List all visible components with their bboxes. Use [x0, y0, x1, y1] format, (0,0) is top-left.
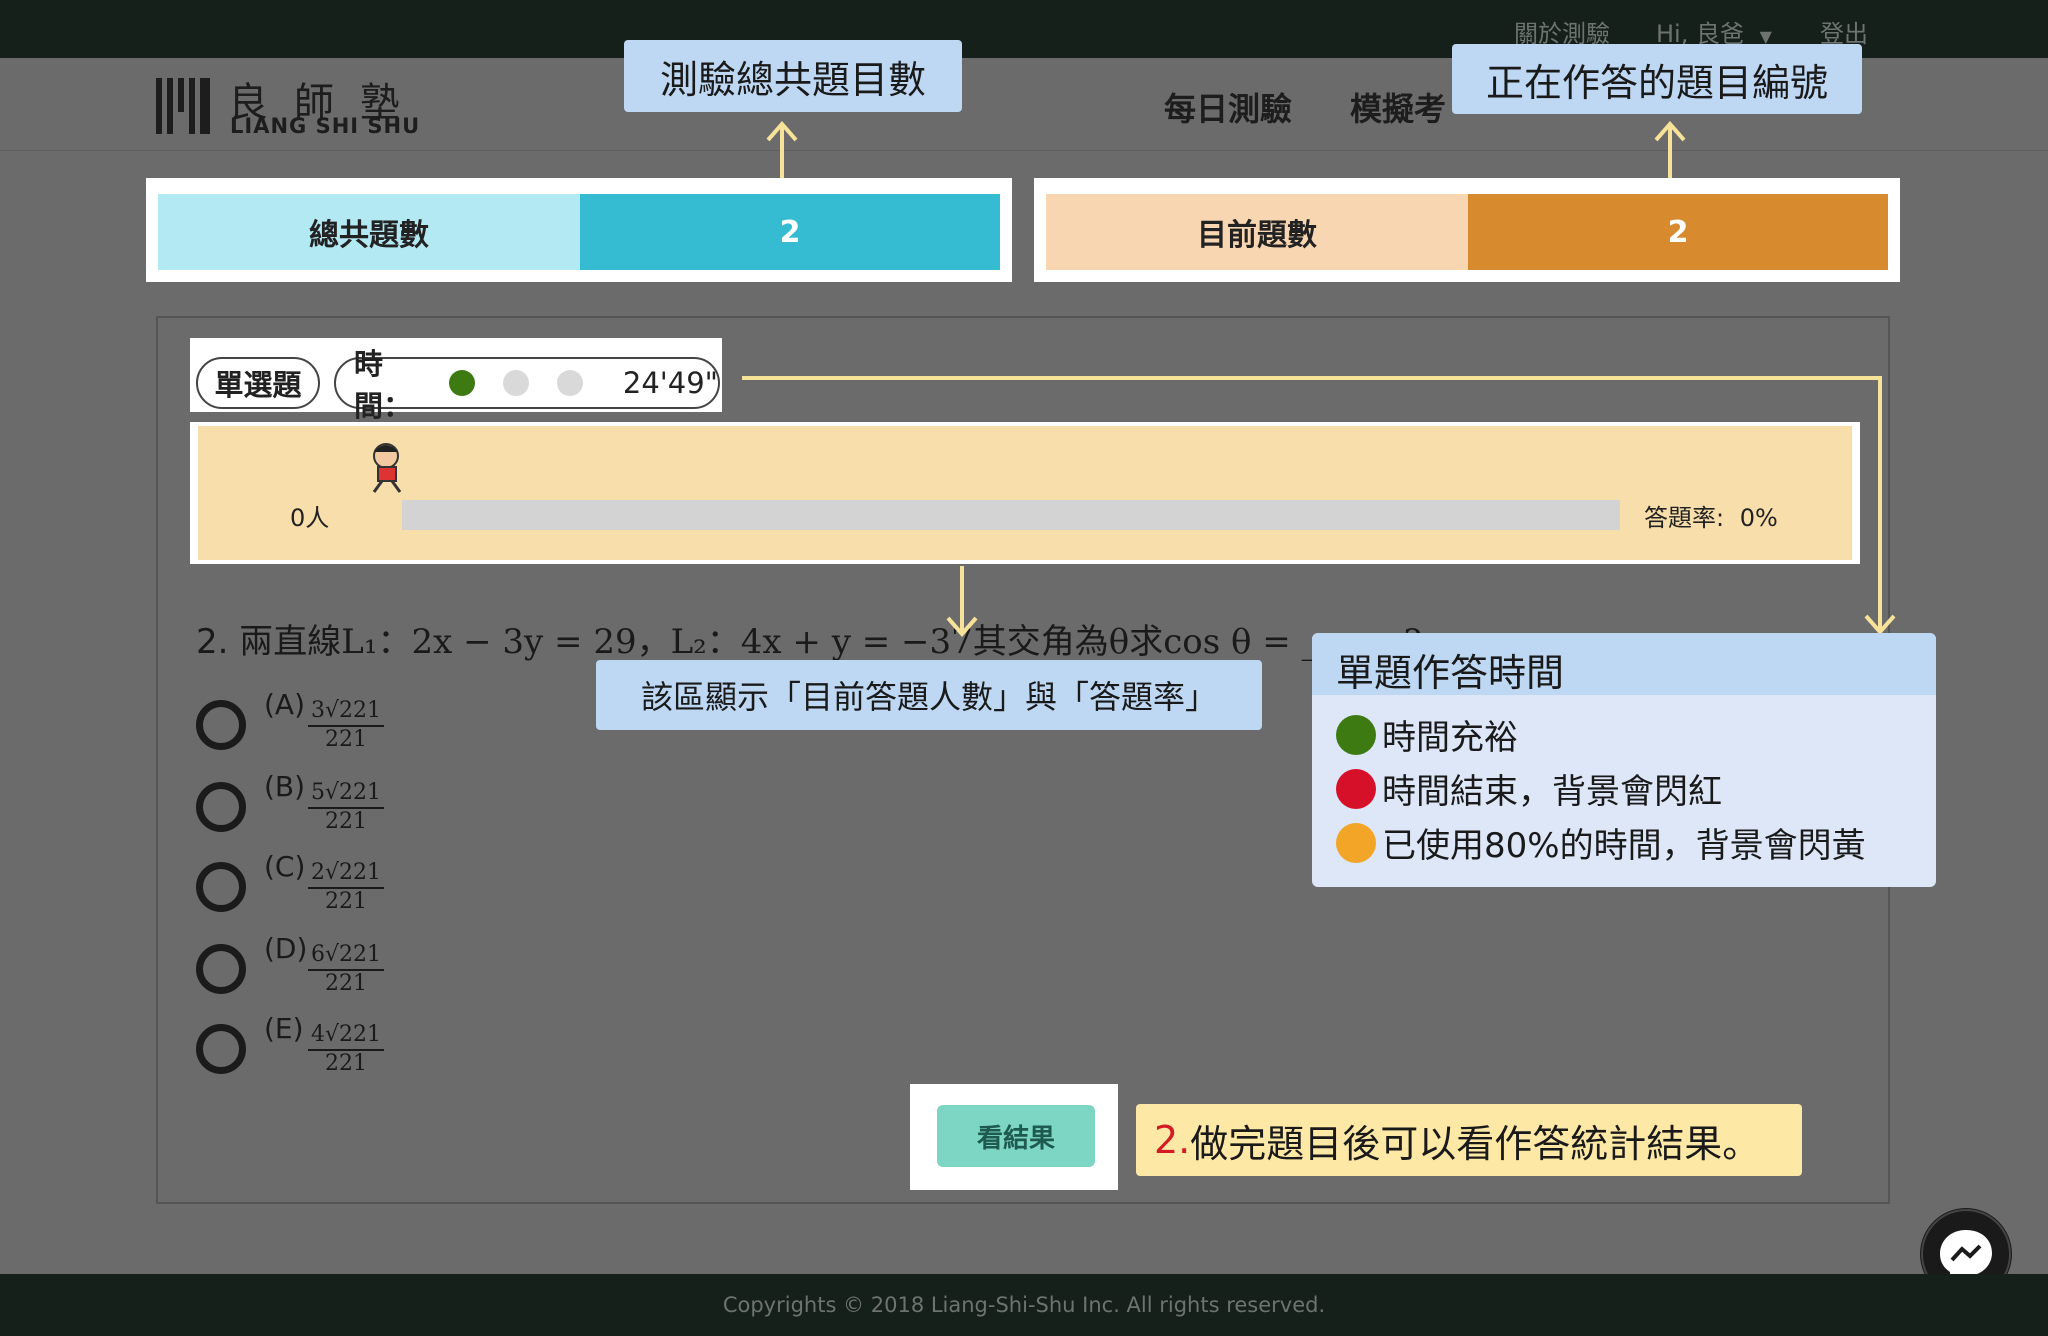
option-e-letter: (E)	[264, 1012, 304, 1045]
option-b-value: 5√221 221	[308, 780, 384, 834]
timer-gray-dot	[556, 370, 583, 396]
timer-gray-dot	[502, 370, 529, 396]
tip-number: 2.	[1154, 1118, 1191, 1162]
red-dot-icon	[1336, 768, 1376, 809]
current-count-label: 目前題數	[1046, 194, 1468, 270]
callout-stats: 該區顯示「目前答題人數」與「答題率」	[596, 660, 1262, 730]
option-b-letter: (B)	[264, 770, 306, 803]
option-b-numerator: 5√221	[308, 780, 384, 809]
green-dot-icon	[1336, 714, 1376, 755]
callout-current-count: 正在作答的題目編號	[1452, 44, 1862, 114]
question-type-badge: 單選題	[196, 357, 320, 409]
total-count-label: 總共題數	[158, 194, 580, 270]
legend-item-yellow: 已使用80%的時間，背景會閃黃	[1336, 818, 1866, 867]
question-body: 兩直線L₁：2x − 3y = 29，L₂：4x + y = −37其交角為θ求…	[239, 622, 1422, 662]
yellow-dot-icon	[1336, 822, 1376, 863]
option-c-value: 2√221 221	[308, 860, 384, 914]
timer-badge: 時間： 24'49"	[334, 347, 720, 423]
logo-english: LIANG SHI SHU	[230, 114, 421, 138]
legend-item-red: 時間結束，背景會閃紅	[1336, 764, 1722, 813]
timer-label: 時間：	[354, 347, 413, 423]
option-e-value: 4√221 221	[308, 1022, 384, 1076]
option-e-denominator: 221	[325, 1051, 367, 1076]
total-count-value: 2	[580, 194, 1000, 270]
option-c-denominator: 221	[325, 889, 367, 914]
view-result-button[interactable]: 看結果	[937, 1105, 1095, 1167]
option-b-denominator: 221	[325, 809, 367, 834]
answer-rate-value: 0%	[1739, 504, 1778, 532]
logo-icon	[156, 78, 210, 134]
option-a-value: 3√221 221	[308, 698, 384, 752]
option-c-letter: (C)	[264, 850, 306, 883]
answer-stats-panel	[198, 426, 1852, 560]
answer-rate: 答題率: 0%	[1644, 498, 1778, 533]
option-a-numerator: 3√221	[308, 698, 384, 727]
option-e-numerator: 4√221	[308, 1022, 384, 1051]
legend-item-text: 時間結束，背景會閃紅	[1382, 772, 1722, 812]
legend-item-green: 時間充裕	[1336, 710, 1518, 759]
option-e-radio[interactable]	[196, 1024, 246, 1074]
nav-daily-test[interactable]: 每日測驗	[1164, 84, 1292, 130]
option-a-letter: (A)	[264, 688, 306, 721]
footer-copyright: Copyrights © 2018 Liang-Shi-Shu Inc. All…	[0, 1274, 2048, 1336]
option-b-radio[interactable]	[196, 782, 246, 832]
option-d-radio[interactable]	[196, 944, 246, 994]
callout-result-tip: 2. 做完題目後可以看作答統計結果。	[1136, 1104, 1802, 1176]
legend-item-text: 已使用80%的時間，背景會閃黃	[1382, 826, 1866, 866]
option-d-value: 6√221 221	[308, 942, 384, 996]
answer-rate-label: 答題率:	[1644, 504, 1725, 532]
legend-item-text: 時間充裕	[1382, 718, 1518, 758]
option-c-numerator: 2√221	[308, 860, 384, 889]
option-d-letter: (D)	[264, 932, 308, 965]
option-a-radio[interactable]	[196, 700, 246, 750]
current-count-value: 2	[1468, 194, 1888, 270]
timer-legend-title: 單題作答時間	[1336, 651, 1565, 695]
callout-total-count: 測驗總共題目數	[624, 40, 962, 112]
question-number: 2.	[196, 622, 229, 662]
option-d-denominator: 221	[325, 971, 367, 996]
answer-progress-bar	[402, 500, 1620, 530]
timer-green-dot	[448, 370, 475, 396]
tip-text: 做完題目後可以看作答統計結果。	[1190, 1121, 1761, 1166]
timer-value: 24'49"	[622, 366, 719, 400]
option-a-denominator: 221	[325, 727, 367, 752]
nav-mock-exam[interactable]: 模擬考	[1350, 84, 1446, 130]
question-text: 2. 兩直線L₁：2x − 3y = 29，L₂：4x + y = −37其交角…	[196, 614, 1422, 663]
option-d-numerator: 6√221	[308, 942, 384, 971]
option-c-radio[interactable]	[196, 862, 246, 912]
runner-mascot-icon	[372, 443, 402, 493]
answer-count: 0人	[290, 504, 330, 532]
